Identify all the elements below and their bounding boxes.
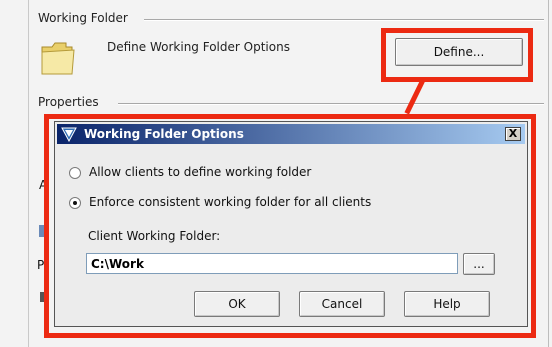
highlight-box-define (381, 28, 533, 82)
highlight-connector (404, 79, 425, 115)
properties-section-title: Properties (38, 95, 99, 109)
working-folder-description: Define Working Folder Options (107, 40, 290, 54)
folder-icon (41, 42, 75, 75)
highlight-box-dialog (44, 114, 536, 338)
panel-left-border (28, 0, 29, 347)
section-divider (144, 19, 544, 21)
working-folder-section-title: Working Folder (38, 11, 128, 25)
panel-right-border (548, 0, 549, 347)
section-divider (118, 103, 544, 105)
